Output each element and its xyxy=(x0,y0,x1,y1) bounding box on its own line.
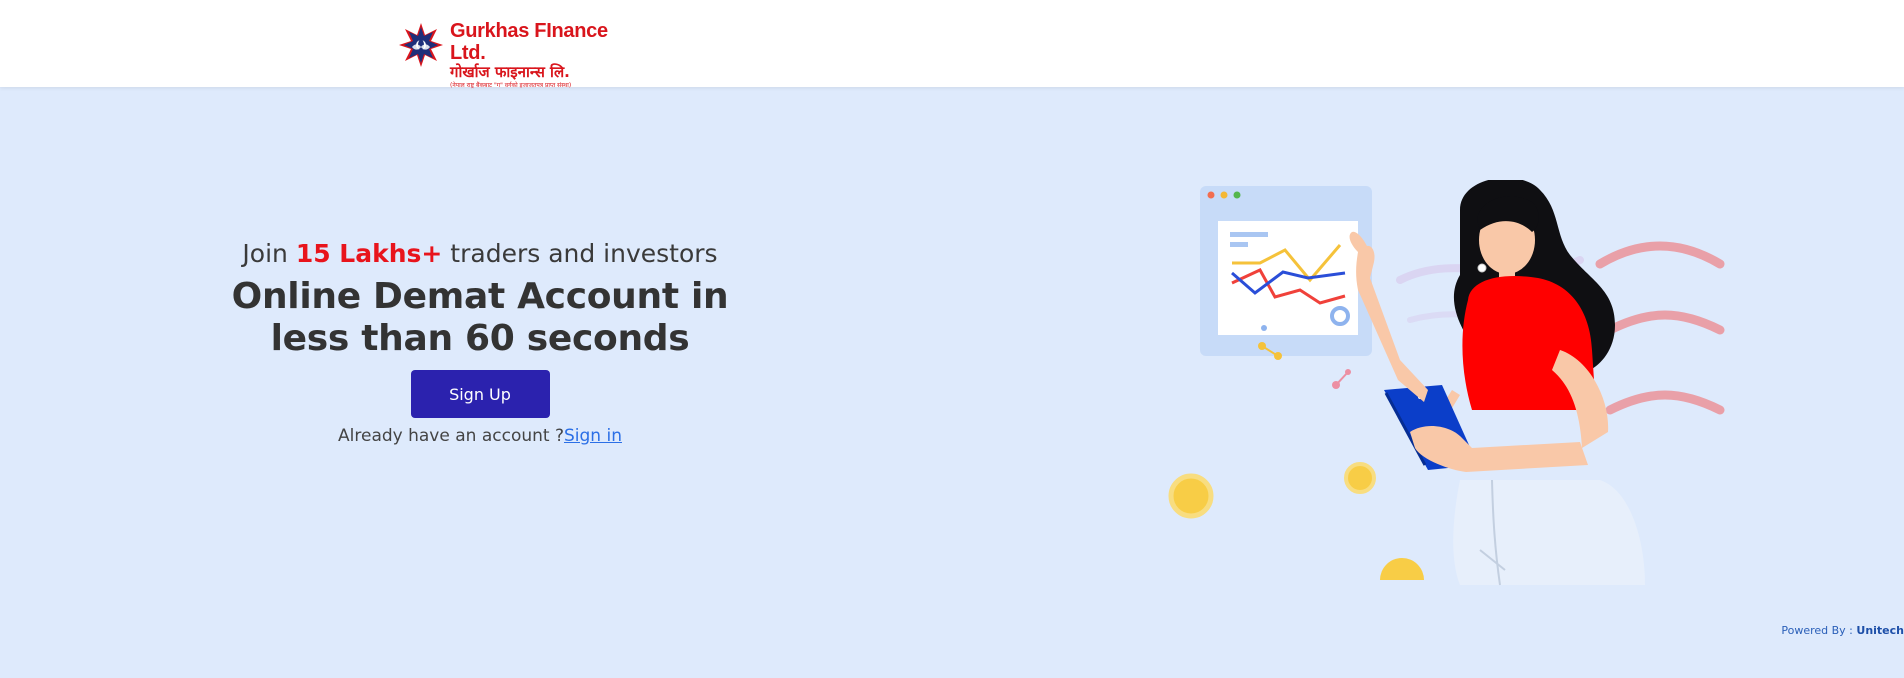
tagline-highlight: 15 Lakhs+ xyxy=(295,239,443,268)
brand-name-en: Gurkhas FInance Ltd. xyxy=(450,20,608,64)
brand-text: Gurkhas FInance Ltd. गोर्खाज फाइनान्स लि… xyxy=(450,20,633,90)
headline-line-1: Online Demat Account in xyxy=(231,276,729,317)
brand-name-np: गोर्खाज फाइनान्स लि. xyxy=(450,63,570,81)
lotus-star-icon xyxy=(399,23,443,67)
signin-row: Already have an account ?Sign in xyxy=(230,424,730,448)
powered-by: Powered By : Unitech xyxy=(1781,624,1904,637)
brand-logo[interactable]: Gurkhas FInance Ltd. गोर्खाज फाइनान्स लि… xyxy=(398,20,633,89)
hero-tagline: Join 15 Lakhs+ traders and investors xyxy=(230,236,730,272)
signin-link[interactable]: Sign in xyxy=(564,426,622,446)
powered-brand[interactable]: Unitech xyxy=(1856,624,1904,637)
tagline-suffix: traders and investors xyxy=(442,239,718,268)
site-header: Gurkhas FInance Ltd. गोर्खाज फाइनान्स लि… xyxy=(0,0,1904,89)
hero-section: Join 15 Lakhs+ traders and investors Onl… xyxy=(230,236,730,448)
brand-tagline: (नेपाल राष्ट्र बैंकबाट "ग" वर्गको इजाजतप… xyxy=(450,82,572,89)
headline-line-2: less than 60 seconds xyxy=(270,318,690,359)
tagline-prefix: Join xyxy=(242,239,296,268)
hero-headline: Online Demat Account in less than 60 sec… xyxy=(230,276,730,360)
account-prompt: Already have an account ? xyxy=(338,426,564,446)
powered-prefix: Powered By : xyxy=(1781,624,1857,637)
signup-button[interactable]: Sign Up xyxy=(410,370,550,418)
woman-with-chart-illustration xyxy=(1168,180,1725,586)
